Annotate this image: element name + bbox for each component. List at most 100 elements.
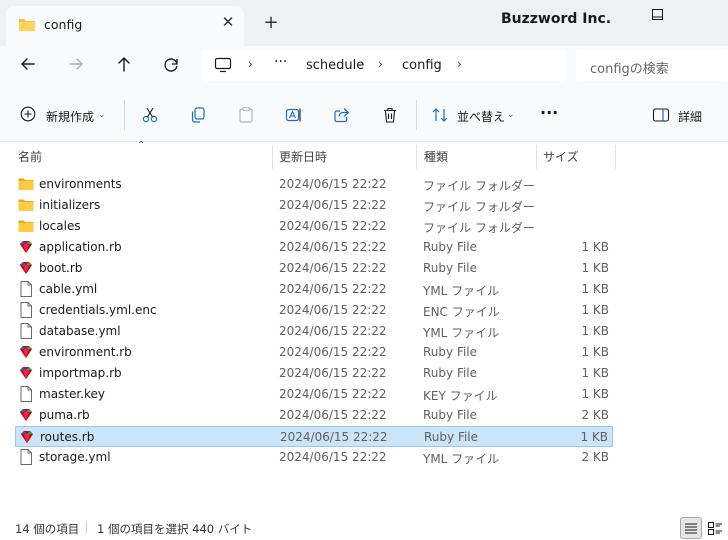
trash-icon: [384, 107, 396, 123]
breadcrumb-ellipsis[interactable]: ···: [274, 54, 287, 70]
file-type: YML ファイル: [423, 452, 500, 466]
breadcrumb-config[interactable]: config: [402, 58, 442, 73]
file-name: master.key: [39, 387, 106, 401]
file-date: 2024/06/15 22:22: [279, 303, 387, 317]
rename-icon: [285, 108, 301, 122]
breadcrumb-schedule[interactable]: schedule: [306, 58, 364, 73]
refresh-button[interactable]: [157, 52, 187, 82]
list-item[interactable]: boot.rb 2024/06/15 22:22 Ruby File 1 KB: [15, 258, 613, 279]
list-item[interactable]: environment.rb 2024/06/15 22:22 Ruby Fil…: [15, 342, 613, 363]
file-type: ファイル フォルダー: [423, 221, 535, 235]
details-label: 詳細: [678, 110, 703, 124]
command-bar: 新規作成 ⌄ 並べ替え ⌄ ··· 詳細: [0, 86, 728, 142]
file-date: 2024/06/15 22:22: [279, 219, 387, 233]
file-name: credentials.yml.enc: [39, 303, 157, 317]
details-view-button[interactable]: [680, 517, 702, 539]
column-divider[interactable]: [416, 145, 417, 169]
file-size: 2 KB: [581, 408, 609, 422]
list-item[interactable]: master.key 2024/06/15 22:22 KEY ファイル 1 K…: [15, 384, 613, 405]
file-size: 1 KB: [581, 366, 609, 380]
file-size: 1 KB: [581, 345, 609, 359]
ruby-file-icon: [18, 407, 34, 423]
maximize-button[interactable]: [659, 2, 728, 32]
file-type: YML ファイル: [423, 284, 500, 298]
list-item-selected[interactable]: routes.rb 2024/06/15 22:22 Ruby File 1 K…: [15, 426, 613, 447]
rename-button[interactable]: [285, 100, 305, 128]
file-date: 2024/06/15 22:22: [279, 408, 387, 422]
column-divider[interactable]: [536, 145, 537, 169]
file-type: KEY ファイル: [423, 389, 498, 403]
details-button[interactable]: 詳細: [652, 100, 712, 128]
file-date: 2024/06/15 22:22: [279, 366, 387, 380]
file-size: 1 KB: [581, 303, 609, 317]
copy-button[interactable]: [189, 100, 209, 128]
back-button[interactable]: [13, 52, 43, 82]
list-item[interactable]: importmap.rb 2024/06/15 22:22 Ruby File …: [15, 363, 613, 384]
file-name: database.yml: [39, 324, 121, 338]
selection-info: 1 個の項目を選択 440 バイト: [97, 522, 253, 536]
column-size[interactable]: サイズ: [543, 143, 613, 169]
search-box[interactable]: configの検索: [576, 49, 728, 81]
file-date: 2024/06/15 22:22: [279, 261, 387, 275]
file-name: environments: [39, 177, 122, 191]
sort-button[interactable]: 並べ替え ⌄: [431, 100, 519, 128]
file-type: Ruby File: [424, 430, 479, 444]
list-item[interactable]: locales 2024/06/15 22:22 ファイル フォルダー: [15, 216, 613, 237]
refresh-icon: [164, 58, 178, 72]
tab-config[interactable]: config ✕: [6, 6, 244, 46]
chevron-down-icon: ⌄: [98, 110, 106, 120]
address-bar[interactable]: › ··· schedule › config ›: [202, 49, 566, 81]
column-type[interactable]: 種類: [424, 143, 534, 169]
document-icon: [18, 302, 34, 318]
cut-button[interactable]: [141, 100, 161, 128]
share-icon: [334, 108, 350, 123]
list-item[interactable]: credentials.yml.enc 2024/06/15 22:22 ENC…: [15, 300, 613, 321]
item-count: 14 個の項目: [15, 522, 80, 536]
list-item[interactable]: database.yml 2024/06/15 22:22 YML ファイル 1…: [15, 321, 613, 342]
list-view-icon: [685, 523, 697, 534]
delete-button[interactable]: [381, 100, 401, 128]
file-size: 1 KB: [581, 324, 609, 338]
list-item[interactable]: cable.yml 2024/06/15 22:22 YML ファイル 1 KB: [15, 279, 613, 300]
new-button[interactable]: 新規作成 ⌄: [16, 100, 114, 128]
chevron-right-icon[interactable]: ›: [378, 57, 383, 71]
file-name: puma.rb: [39, 408, 90, 422]
forward-button[interactable]: [61, 52, 91, 82]
search-input[interactable]: configの検索: [590, 58, 669, 77]
file-name: importmap.rb: [39, 366, 122, 380]
column-divider[interactable]: [272, 145, 273, 169]
column-divider[interactable]: [615, 145, 616, 169]
file-name: storage.yml: [39, 450, 111, 464]
ruby-file-icon: [18, 344, 34, 360]
chevron-right-icon[interactable]: ›: [248, 57, 253, 71]
file-size: 1 KB: [581, 261, 609, 275]
list-item[interactable]: storage.yml 2024/06/15 22:22 YML ファイル 2 …: [15, 447, 613, 468]
more-button[interactable]: ···: [540, 100, 562, 128]
ruby-file-icon: [18, 260, 34, 276]
column-date[interactable]: 更新日時: [279, 143, 409, 169]
list-item[interactable]: environments 2024/06/15 22:22 ファイル フォルダー: [15, 174, 613, 195]
list-item[interactable]: initializers 2024/06/15 22:22 ファイル フォルダー: [15, 195, 613, 216]
ruby-file-icon: [18, 365, 34, 381]
ruby-file-icon: [19, 429, 35, 445]
list-item[interactable]: application.rb 2024/06/15 22:22 Ruby Fil…: [15, 237, 613, 258]
up-button[interactable]: [109, 52, 139, 82]
column-name[interactable]: 名前: [18, 143, 268, 169]
file-type: Ruby File: [423, 345, 478, 359]
folder-icon: [18, 176, 34, 192]
computer-icon[interactable]: [214, 57, 232, 76]
tiles-view-button[interactable]: [704, 517, 726, 539]
new-tab-button[interactable]: +: [259, 12, 283, 36]
new-label: 新規作成: [46, 110, 95, 124]
file-type: ファイル フォルダー: [423, 179, 535, 193]
file-name: boot.rb: [39, 261, 83, 275]
list-item[interactable]: puma.rb 2024/06/15 22:22 Ruby File 2 KB: [15, 405, 613, 426]
close-tab-icon[interactable]: ✕: [218, 12, 238, 32]
column-headers: ⌃ 名前 更新日時 種類 サイズ: [0, 140, 728, 169]
file-name: locales: [39, 219, 81, 233]
file-date: 2024/06/15 22:22: [279, 282, 387, 296]
chevron-right-icon[interactable]: ›: [457, 57, 462, 71]
share-button[interactable]: [333, 100, 353, 128]
paste-button[interactable]: [237, 100, 257, 128]
file-type: ENC ファイル: [423, 305, 500, 319]
